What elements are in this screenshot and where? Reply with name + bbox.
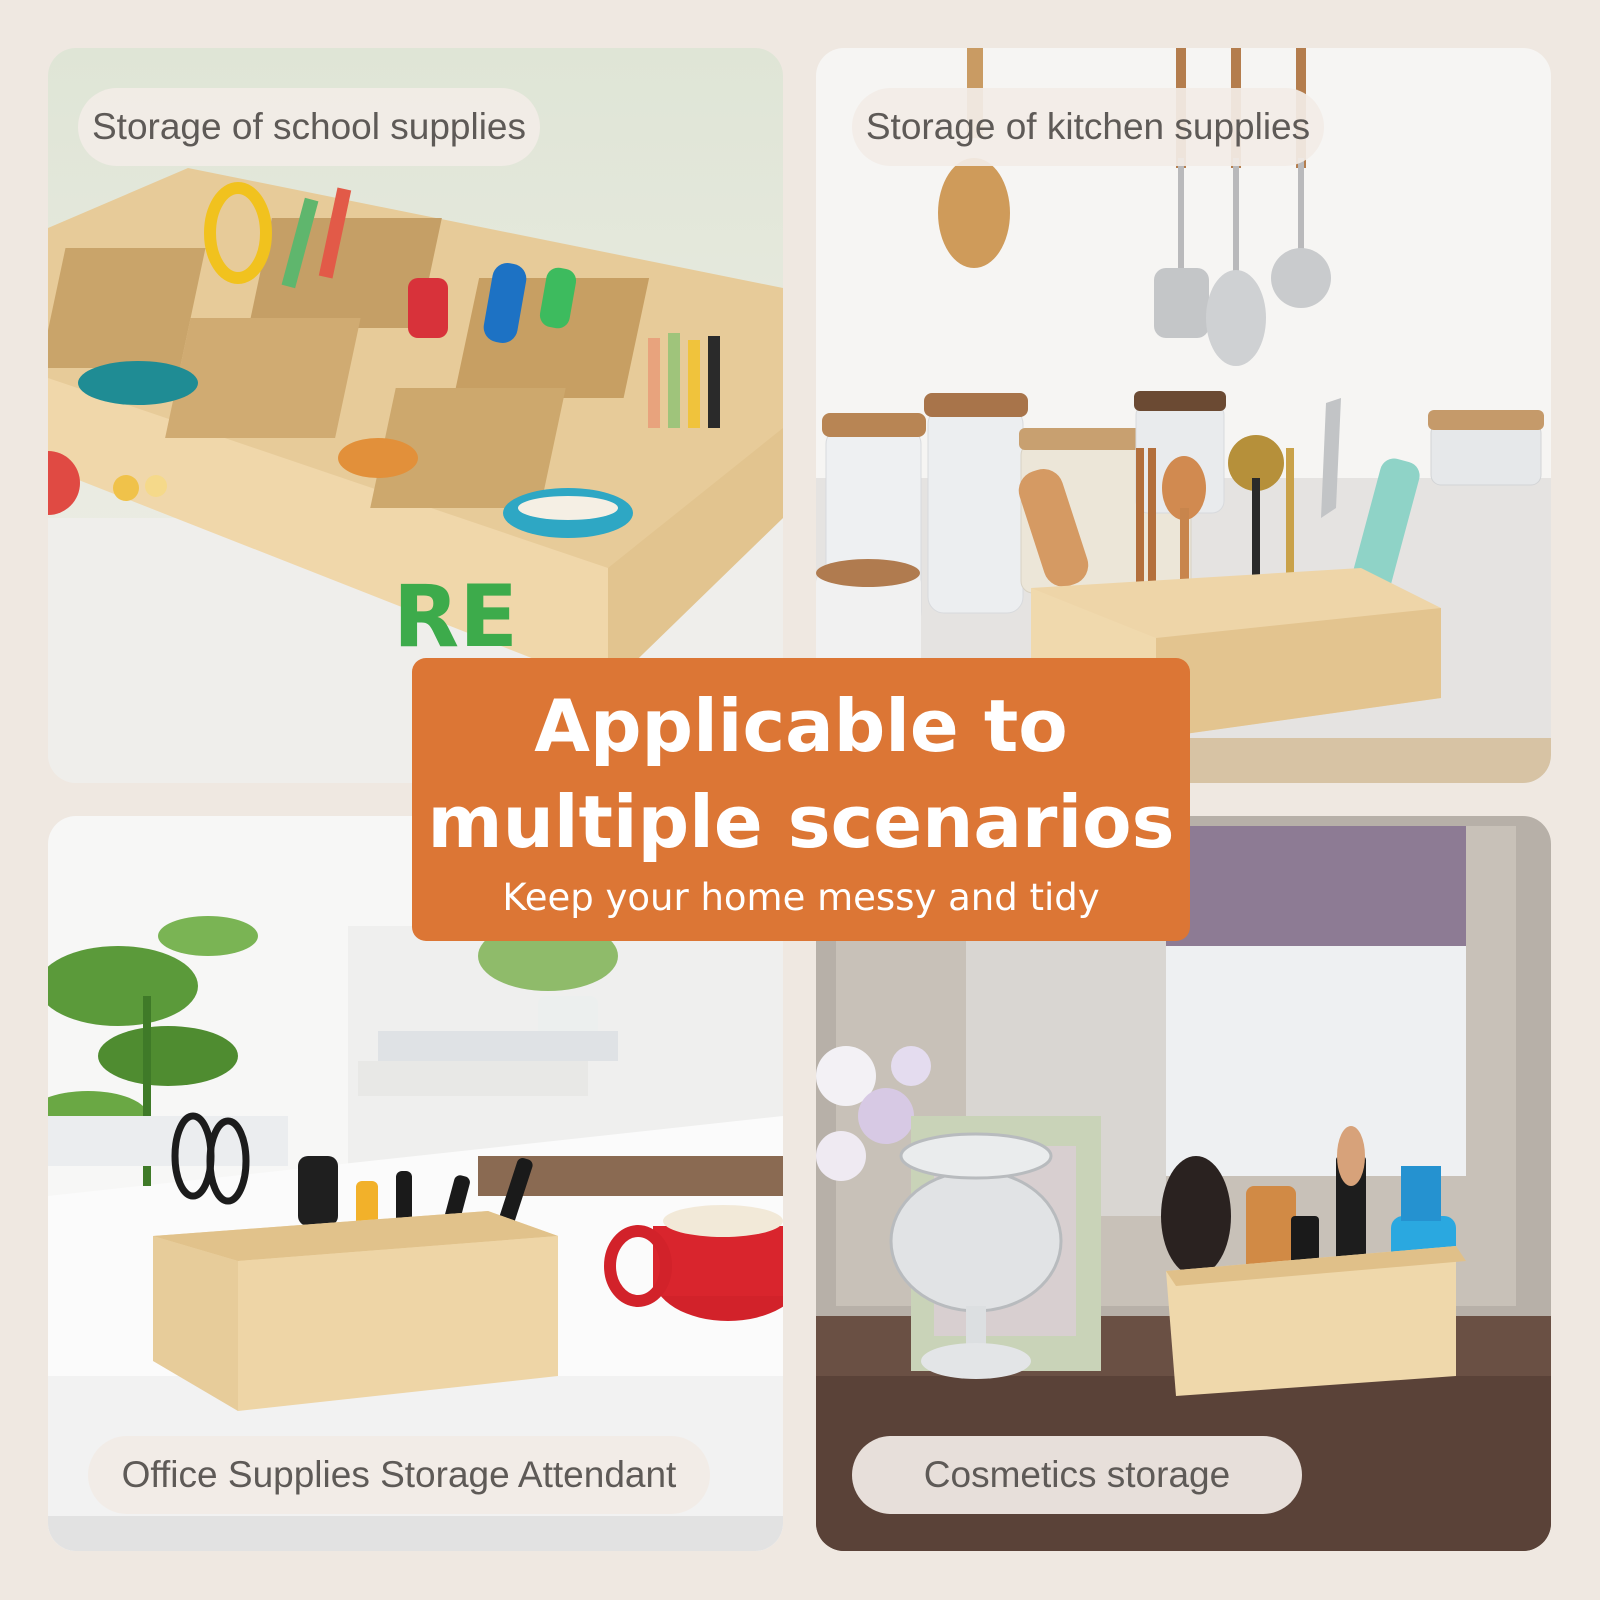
banner-subtitle: Keep your home messy and tidy <box>502 876 1100 919</box>
box-letters: RE <box>393 567 518 667</box>
caption-school-supplies: Storage of school supplies <box>78 88 540 166</box>
banner-title: Applicable to multiple scenarios <box>427 684 1175 864</box>
center-banner: Applicable to multiple scenarios Keep yo… <box>412 658 1190 941</box>
caption-office-supplies: Office Supplies Storage Attendant <box>88 1436 710 1514</box>
caption-cosmetics: Cosmetics storage <box>852 1436 1302 1514</box>
caption-kitchen-supplies: Storage of kitchen supplies <box>852 88 1324 166</box>
